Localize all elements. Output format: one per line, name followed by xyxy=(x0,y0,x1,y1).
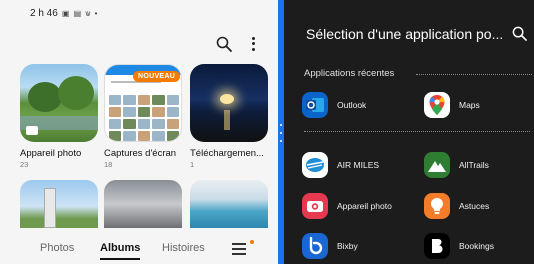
album-name: Appareil photo xyxy=(20,148,82,159)
page-title: Sélection d'une application po... xyxy=(306,26,504,42)
app-label: Maps xyxy=(459,100,480,110)
notification-dot xyxy=(250,240,254,244)
maps-icon xyxy=(424,92,450,118)
search-icon[interactable] xyxy=(512,26,527,41)
album-name: Téléchargemen... xyxy=(190,148,264,159)
new-badge: NOUVEAU xyxy=(133,71,181,82)
album-camera[interactable]: Appareil photo 23 xyxy=(20,64,98,169)
app-label: Outlook xyxy=(337,100,367,110)
album-count: 18 xyxy=(104,160,113,169)
album-name: Captures d'écran xyxy=(104,148,177,159)
album-thumbnail: NOUVEAU xyxy=(104,64,182,142)
album-count: 1 xyxy=(190,160,195,169)
camera-icon xyxy=(302,193,328,219)
app-item-bookings[interactable]: Bookings xyxy=(424,233,494,259)
album-screenshots[interactable]: NOUVEAU Captures d'écran 18 xyxy=(104,64,182,169)
app-picker-pane: Sélection d'une application po... Applic… xyxy=(284,0,534,264)
album-thumbnail[interactable] xyxy=(190,180,268,228)
album-thumbnail[interactable] xyxy=(104,180,182,228)
status-time: 2 h 46 xyxy=(30,8,58,19)
app-label: Appareil photo xyxy=(337,201,392,211)
tips-icon xyxy=(424,193,450,219)
album-thumbnail[interactable] xyxy=(20,180,98,228)
status-bar: 2 h 46 ▣ ▤ ѡ • xyxy=(30,8,98,19)
divider xyxy=(416,74,532,75)
bookings-icon xyxy=(424,233,450,259)
bottom-navigation: Photos Albums Histoires xyxy=(0,234,278,264)
tab-albums[interactable]: Albums xyxy=(100,242,141,260)
app-item-tips[interactable]: Astuces xyxy=(424,193,489,219)
tab-photos[interactable]: Photos xyxy=(40,242,74,254)
app-item-outlook[interactable]: Outlook xyxy=(302,92,366,118)
alltrails-icon xyxy=(424,152,450,178)
app-item-maps[interactable]: Maps xyxy=(424,92,480,118)
tab-stories[interactable]: Histoires xyxy=(162,242,205,254)
app-item-airmiles[interactable]: AIR MILES xyxy=(302,152,379,178)
menu-icon[interactable] xyxy=(232,243,246,255)
divider xyxy=(304,131,530,132)
app-label: Bookings xyxy=(459,241,494,251)
app-item-bixby[interactable]: Bixby xyxy=(302,233,358,259)
divider-handle-icon[interactable] xyxy=(279,124,283,142)
app-label: AIR MILES xyxy=(337,160,380,170)
album-downloads[interactable]: Téléchargemen... 1 xyxy=(190,64,268,169)
album-thumbnail xyxy=(190,64,268,142)
outlook-icon xyxy=(302,92,328,118)
search-icon[interactable] xyxy=(216,36,232,52)
airmiles-icon xyxy=(302,152,328,178)
gallery-pane: 2 h 46 ▣ ▤ ѡ • Appareil photo 23 NOUVEAU… xyxy=(0,0,278,264)
album-count: 23 xyxy=(20,160,29,169)
video-icon xyxy=(26,126,38,135)
app-item-camera[interactable]: Appareil photo xyxy=(302,193,392,219)
more-options-icon[interactable] xyxy=(248,36,258,52)
app-label: Astuces xyxy=(459,201,490,211)
bixby-icon xyxy=(302,233,328,259)
section-label-recent: Applications récentes xyxy=(304,68,395,79)
app-label: Bixby xyxy=(337,241,358,251)
status-icons: ▣ ▤ ѡ • xyxy=(61,9,99,18)
album-thumbnail xyxy=(20,64,98,142)
app-item-alltrails[interactable]: AllTrails xyxy=(424,152,489,178)
app-label: AllTrails xyxy=(459,160,489,170)
